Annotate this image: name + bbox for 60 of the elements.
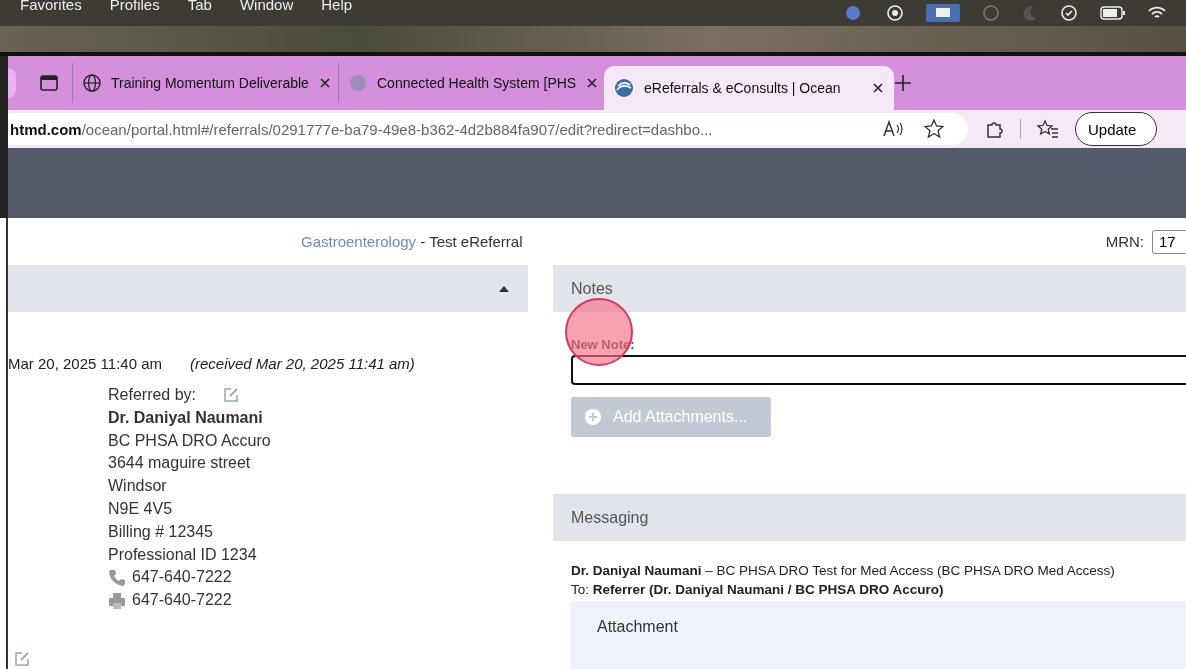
mrn-field[interactable]: 17 xyxy=(1152,229,1186,254)
note-field[interactable] xyxy=(571,355,1186,385)
edit-icon xyxy=(14,649,30,666)
browser-tab[interactable]: eReferrals & eConsults | Ocean xyxy=(604,66,894,110)
phone-icon xyxy=(108,568,126,587)
browser-tab[interactable]: Connected Health System [PHS xyxy=(338,63,604,103)
globe-icon xyxy=(83,74,101,92)
panel-header: Notes xyxy=(553,265,1186,312)
plus-icon xyxy=(894,74,912,92)
received-date: (received Mar 20, 2025 11:41 am) xyxy=(190,355,415,372)
printer-icon xyxy=(108,591,126,610)
read-aloud-icon xyxy=(882,120,904,138)
menu-item[interactable]: Window xyxy=(239,0,294,12)
address-line: Windsor xyxy=(108,476,168,497)
window-icon xyxy=(40,75,58,91)
ring-icon xyxy=(982,4,1000,22)
menu-item[interactable]: Favorites xyxy=(20,0,82,12)
update-button[interactable]: Update xyxy=(1075,112,1158,146)
menu-item[interactable]: Tab xyxy=(187,0,212,12)
display-icon xyxy=(926,4,960,22)
address-bar[interactable]: htmd.com/ocean/portal.html#/referrals/0291777e-ba79-49e8-b362-4d2b884fa907/edit?redirect=dashbo... xyxy=(8,113,968,145)
phone-number: 647-640-7222 xyxy=(132,567,232,588)
referral-title: - Test eReferral xyxy=(419,233,523,250)
battery-icon xyxy=(1100,6,1126,20)
referrer-name: Dr. Daniyal Naumani xyxy=(108,407,264,428)
edit-icon xyxy=(222,386,241,405)
address-line: Professional ID 1234 xyxy=(108,544,258,565)
close-icon xyxy=(318,77,331,89)
fax-number: 647-640-7222 xyxy=(132,590,232,611)
panel-header: Messaging xyxy=(553,494,1186,541)
favorites-icon xyxy=(1037,119,1059,139)
puzzle-icon xyxy=(984,119,1004,139)
close-icon xyxy=(586,77,599,89)
wifi-icon xyxy=(1148,6,1166,20)
referred-by-label: Referred by: xyxy=(108,385,197,405)
address-line: 3644 maguire street xyxy=(108,453,252,474)
crescent-icon xyxy=(1022,5,1038,21)
add-attachments-button: Add Attachments... xyxy=(571,397,771,437)
menu-item[interactable]: Help xyxy=(321,0,353,12)
attachment-title: Attachment xyxy=(596,617,679,637)
plus-circle-icon xyxy=(585,409,601,425)
browser-tab[interactable]: Training Momentum Deliverable xyxy=(72,63,338,103)
address-line: N9E 4V5 xyxy=(108,499,174,519)
close-icon xyxy=(872,82,884,94)
wave-logo-icon xyxy=(614,78,634,98)
url-text: htmd.com/ocean/portal.html#/referrals/0291777e-ba79-49e8-b362-4d2b884fa907/edit?redirect=dashbo... xyxy=(10,120,714,138)
target-icon xyxy=(886,4,904,22)
menu-item[interactable]: Profiles xyxy=(109,0,160,12)
message-recipient: To: Referrer (Dr. Daniyal Naumani / BC PHSA DRO Accuro) xyxy=(570,582,945,597)
address-line: BC PHSA DRO Accuro xyxy=(108,430,272,451)
sent-date: Mar 20, 2025 11:40 am xyxy=(8,355,162,372)
mrn-label: MRN: xyxy=(1105,233,1144,250)
check-circle-icon xyxy=(1060,4,1078,22)
star-icon xyxy=(924,119,944,139)
address-line: Billing # 12345 xyxy=(108,521,214,542)
blurred-circle-icon xyxy=(349,74,367,92)
tab-edge xyxy=(8,68,16,98)
caret-up-icon xyxy=(498,284,510,293)
specialty-link[interactable]: Gastroenterology xyxy=(301,233,417,250)
message-sender: Dr. Daniyal Naumani – BC PHSA DRO Test for Med Access (BC PHSA DRO Med Access) xyxy=(570,563,1116,578)
